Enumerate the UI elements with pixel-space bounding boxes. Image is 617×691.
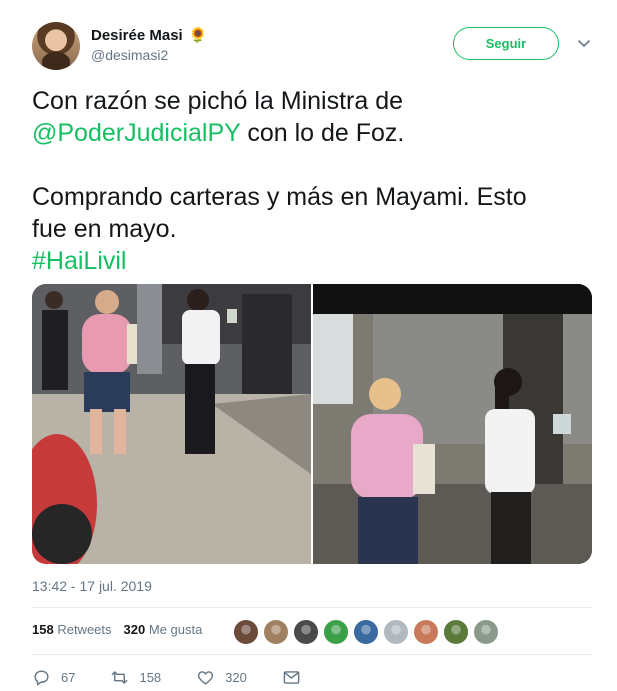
hashtag-link[interactable]: #HaiLivil [32, 245, 592, 277]
tweet-text: Con razón se pichó la Ministra de @Poder… [32, 85, 592, 277]
photo-right-scene [313, 284, 592, 564]
likes-count: 320 [123, 622, 146, 637]
liker-avatar[interactable] [413, 619, 439, 645]
tweet-line-2: @PoderJudicialPY con lo de Foz. [32, 117, 592, 149]
like-count: 320 [225, 670, 247, 685]
liker-avatar[interactable] [473, 619, 499, 645]
divider-top [32, 607, 592, 608]
liker-avatar[interactable] [263, 619, 289, 645]
liker-avatar[interactable] [443, 619, 469, 645]
heart-icon [198, 671, 214, 685]
tweet-timestamp[interactable]: 13:42 - 17 jul. 2019 [32, 578, 152, 594]
reply-count: 67 [61, 670, 76, 685]
message-button[interactable] [282, 668, 301, 687]
sunflower-icon: 🌻 [188, 27, 208, 44]
avatar[interactable] [32, 22, 80, 70]
likers-avatars [233, 619, 499, 645]
tweet-actions: 67 158 320 [32, 668, 336, 687]
user-handle[interactable]: @desimasi2 [91, 47, 168, 63]
retweet-count: 158 [139, 670, 162, 685]
like-button[interactable]: 320 [196, 668, 247, 687]
photo-left-scene [32, 284, 311, 564]
retweets-stat[interactable]: 158 Retweets [32, 622, 112, 637]
tweet-line-3: Comprando carteras y más en Mayami. Esto [32, 183, 527, 211]
likes-stat[interactable]: 320 Me gusta [124, 622, 203, 637]
follow-button[interactable]: Seguir [453, 27, 559, 60]
tweet-media[interactable] [32, 284, 592, 564]
liker-avatar[interactable] [323, 619, 349, 645]
liker-avatar[interactable] [293, 619, 319, 645]
retweets-count: 158 [32, 622, 54, 637]
retweet-button[interactable]: 158 [110, 668, 161, 687]
tweet-stats: 158 Retweets 320 Me gusta [32, 622, 202, 637]
likes-label: Me gusta [148, 622, 203, 637]
retweet-icon [112, 671, 128, 684]
chevron-down-icon[interactable] [576, 35, 592, 51]
retweets-label: Retweets [57, 622, 112, 637]
media-photo-left[interactable] [32, 284, 311, 564]
mention-link[interactable]: @PoderJudicialPY [32, 119, 240, 147]
user-name[interactable]: Desirée Masi 🌻 [91, 26, 208, 45]
liker-avatar[interactable] [353, 619, 379, 645]
tweet-line-1: Con razón se pichó la Ministra de [32, 87, 404, 115]
divider-bottom [32, 654, 592, 655]
media-photo-right[interactable] [313, 284, 592, 564]
tweet-line-4: fue en mayo. [32, 215, 177, 243]
reply-icon [34, 670, 49, 686]
reply-button[interactable]: 67 [32, 668, 75, 687]
liker-avatar[interactable] [383, 619, 409, 645]
tweet-line-2-text: con lo de Foz. [240, 119, 405, 147]
liker-avatar[interactable] [233, 619, 259, 645]
user-name-text: Desirée Masi [91, 26, 183, 44]
mail-icon [283, 671, 300, 684]
